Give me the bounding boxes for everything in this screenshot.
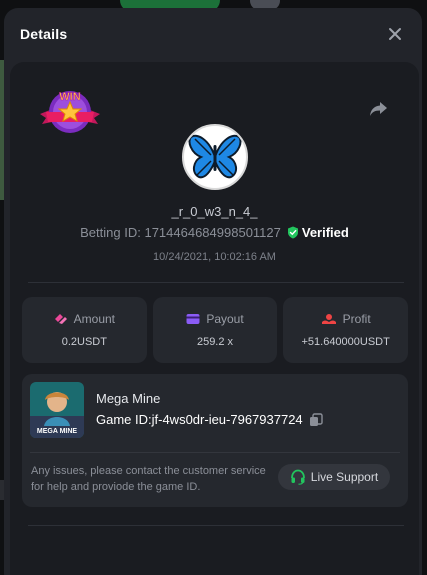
shield-check-icon (287, 226, 298, 239)
game-name: Mega Mine (96, 391, 161, 406)
bet-timestamp: 10/24/2021, 10:02:16 AM (153, 251, 276, 263)
details-modal: Details WIN _r_0_w3_n_4_ Betting ID: 171… (4, 8, 422, 575)
game-id-row: Game ID:jf-4ws0dr-ieu-7967937724 (96, 412, 323, 427)
game-card: MEGA MINE Mega Mine Game ID:jf-4ws0dr-ie… (22, 374, 408, 507)
copy-button[interactable] (309, 412, 323, 427)
game-id: Game ID:jf-4ws0dr-ieu-7967937724 (96, 412, 303, 427)
betting-id-value: 1714464684998501127 (144, 225, 281, 240)
stats-row: Amount 0.2USDT Payout 259.2 x Profit +51… (22, 297, 409, 363)
live-support-button[interactable]: Live Support (278, 464, 390, 490)
modal-header: Details (4, 8, 422, 60)
payout-stat: Payout 259.2 x (152, 297, 278, 363)
verified-label: Verified (301, 225, 349, 240)
verified-badge: Verified (287, 225, 349, 240)
share-icon (370, 102, 387, 116)
win-badge-icon: WIN (40, 91, 100, 133)
game-thumbnail-text: MEGA MINE (37, 428, 78, 435)
live-support-label: Live Support (310, 470, 379, 484)
win-badge-text: WIN (59, 91, 80, 103)
butterfly-icon (188, 134, 242, 179)
copy-icon (309, 412, 323, 426)
headset-icon (290, 469, 305, 485)
amount-label: Amount (73, 312, 116, 326)
betting-id-row: Betting ID: 1714464684998501127 Verified (10, 225, 419, 240)
game-thumbnail[interactable]: MEGA MINE (30, 382, 84, 438)
amount-icon (54, 314, 67, 324)
close-icon (389, 28, 401, 40)
details-card: WIN _r_0_w3_n_4_ Betting ID: 17144646849… (10, 62, 419, 575)
payout-label: Payout (206, 312, 244, 326)
profit-stat: Profit +51.640000USDT (283, 297, 409, 363)
payout-icon (186, 314, 200, 324)
amount-value: 0.2USDT (61, 336, 107, 348)
betting-id-label: Betting ID: 1714464684998501127 (80, 225, 281, 240)
avatar (182, 124, 248, 190)
share-button[interactable] (367, 98, 389, 120)
profit-icon (321, 314, 336, 324)
divider (28, 525, 404, 526)
payout-value: 259.2 x (196, 336, 234, 348)
divider (28, 282, 404, 283)
close-button[interactable] (384, 23, 406, 45)
amount-stat: Amount 0.2USDT (22, 297, 147, 363)
modal-title: Details (20, 26, 68, 42)
game-thumbnail-image: MEGA MINE (30, 382, 84, 438)
profit-value: +51.640000USDT (301, 336, 390, 348)
profit-label: Profit (342, 312, 371, 326)
support-message: Any issues, please contact the customer … (31, 465, 266, 493)
divider (30, 452, 400, 453)
username: _r_0_w3_n_4_ (171, 204, 258, 219)
